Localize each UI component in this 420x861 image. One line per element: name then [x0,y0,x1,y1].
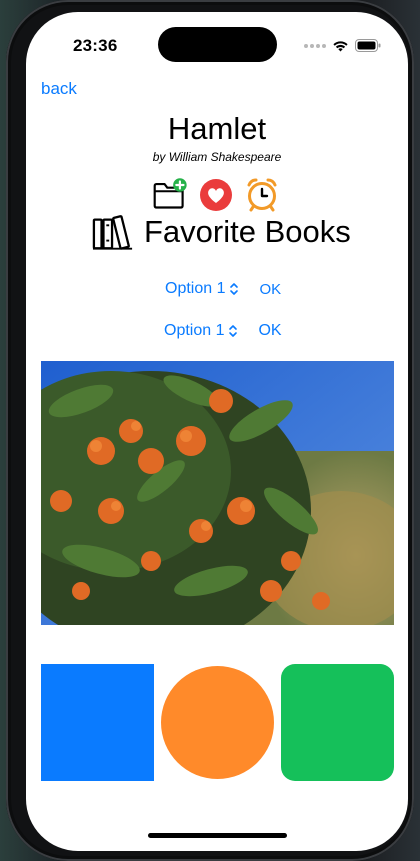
chevron-up-down-icon [230,283,239,295]
option-picker-2[interactable]: Option 1 [164,322,238,340]
favorite-books-label: Favorite Books [144,214,351,249]
device-background: 23:36 back Hamlet by William Shakespeare… [0,0,420,861]
option-picker-1[interactable]: Option 1 [165,280,239,298]
status-time: 23:36 [73,36,118,55]
favorite-books-header: Favorite Books [92,213,351,251]
cellular-signal-icon [304,43,326,48]
chevron-up-down-icon [229,325,238,337]
home-indicator[interactable] [148,833,287,838]
back-button[interactable]: back [41,79,77,99]
icon-row [152,176,280,212]
orange-blossom-photo [41,361,394,625]
screen: 23:36 back Hamlet by William Shakespeare… [26,12,408,851]
option-picker-1-value: Option 1 [165,280,226,297]
ok-button-2[interactable]: OK [258,322,281,340]
battery-icon [355,39,381,52]
option-picker-row-2: Option 1 OK [164,322,282,340]
status-icons [304,39,381,52]
book-title: Hamlet [167,111,267,146]
option-picker-2-value: Option 1 [164,322,225,339]
orange-circle [161,666,274,779]
blue-square [41,664,154,781]
green-rounded-square [281,664,394,781]
option-picker-row-1: Option 1 OK [165,280,281,298]
folder-add-icon[interactable] [152,176,188,212]
alarm-clock-icon[interactable] [244,176,280,212]
wifi-icon [333,40,348,51]
ok-button-1[interactable]: OK [259,281,281,298]
books-icon [92,215,133,250]
phone-frame: 23:36 back Hamlet by William Shakespeare… [6,0,414,861]
dynamic-island [158,27,277,62]
shapes-row [26,664,408,782]
book-author: by William Shakespeare [152,150,282,164]
heart-icon[interactable] [198,176,234,212]
